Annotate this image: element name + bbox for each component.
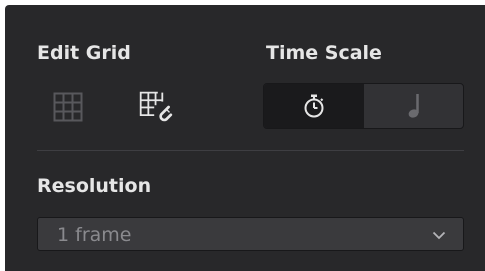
section-divider [37,150,464,151]
resolution-heading: Resolution [37,175,152,197]
time-scale-toggle [263,83,464,129]
time-scale-heading: Time Scale [266,42,382,64]
chevron-down-icon [432,231,446,240]
stopwatch-icon [304,94,323,118]
resolution-selected-value: 1 frame [57,224,132,246]
inspector-panel: Edit Grid Time Scale Resolution 1 frame [5,5,485,271]
time-scale-option-music[interactable] [363,84,463,128]
edit-grid-heading: Edit Grid [37,42,131,64]
grid-snap-button[interactable] [138,89,174,125]
grid-icon [53,92,83,122]
quarter-note-icon [408,94,419,118]
resolution-dropdown[interactable]: 1 frame [37,217,464,251]
grid-magnet-icon [139,91,173,122]
time-scale-option-time[interactable] [264,84,363,128]
grid-off-button[interactable] [50,89,86,125]
